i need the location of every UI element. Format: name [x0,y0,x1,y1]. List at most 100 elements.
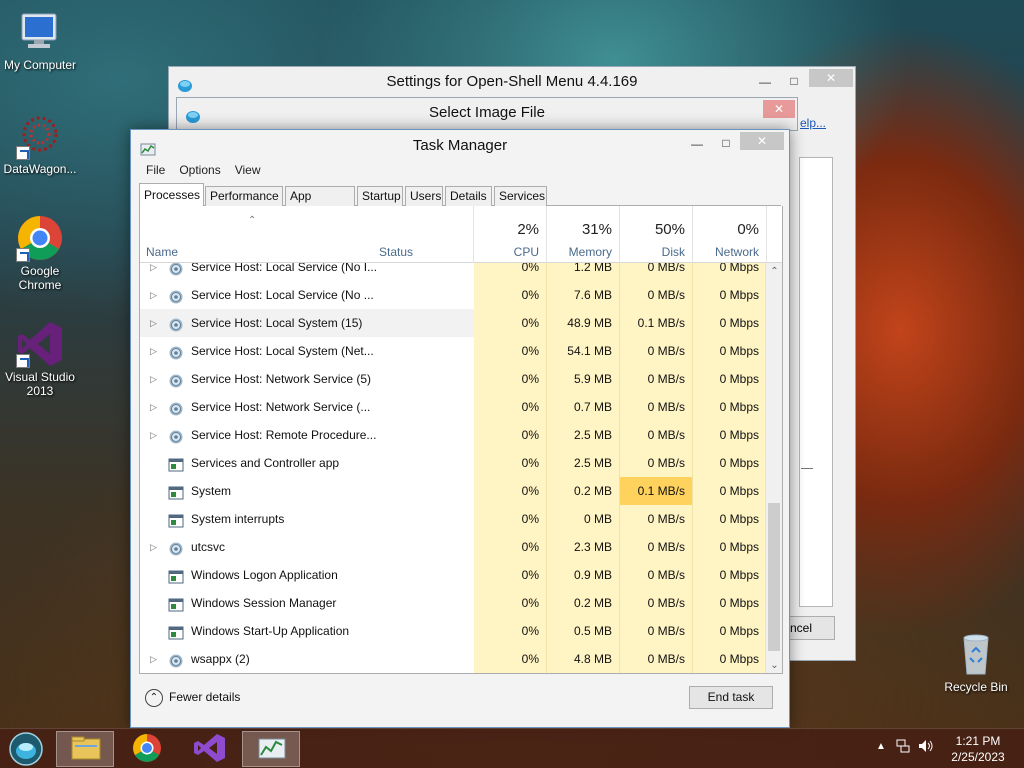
volume-icon[interactable] [918,739,934,753]
table-row[interactable]: ▷ Service Host: Local System (Net... 0% 54.… [140,337,767,365]
process-name-cell: ▷ wsappx (2) [140,645,474,673]
column-header-memory[interactable]: 31% Memory [547,206,620,263]
select-image-close-button[interactable]: ✕ [763,100,795,118]
disk-total-percent: 50% [654,221,685,238]
cpu-cell: 0% [474,449,547,477]
expand-arrow-icon[interactable]: ▷ [150,337,158,365]
process-name-cell: ▷ Service Host: Local System (Net... [140,337,474,365]
show-hidden-icons-button[interactable]: ▲ [876,741,886,752]
table-row[interactable]: Windows Session Manager 0% 0.2 MB 0 MB/s 0 M… [140,589,767,617]
process-name: Windows Logon Application [191,568,338,582]
taskbar-task-manager[interactable] [242,731,300,767]
desktop-icon-my-computer[interactable]: My Computer [0,8,80,72]
desktop-icon-visual-studio[interactable]: Visual Studio 2013 [0,320,80,398]
desktop-icon-chrome[interactable]: Google Chrome [0,214,80,292]
tab-processes[interactable]: Processes [139,183,204,207]
clock[interactable]: 1:21 PM 2/25/2023 [948,733,1008,765]
process-name: Service Host: Network Service (5) [191,372,372,386]
process-name-cell: Windows Session Manager [140,589,474,617]
desktop-icon-recycle-bin[interactable]: Recycle Bin [936,630,1016,694]
desktop-icon-datawagon[interactable]: DataWagon... [0,112,80,176]
network-cell: 0 Mbps [693,337,767,365]
table-row[interactable]: Windows Start-Up Application 0% 0.5 MB 0 MB… [140,617,767,645]
scrollbar-thumb[interactable] [768,503,780,651]
table-row[interactable]: System 0% 0.2 MB 0.1 MB/s 0 Mbps [140,477,767,505]
task-manager-window[interactable]: Task Manager — □ ✕ File Options View Pro… [130,129,790,728]
menu-options[interactable]: Options [172,161,227,181]
column-header-network[interactable]: 0% Network [693,206,767,263]
tab-details[interactable]: Details [445,186,492,206]
taskbar-file-explorer[interactable] [56,731,114,767]
tab-performance[interactable]: Performance [205,186,283,206]
vertical-scrollbar[interactable]: ⌃ ⌄ [765,263,782,673]
openshell-maximize-button[interactable]: □ [781,71,807,91]
taskbar-chrome[interactable] [118,731,176,767]
app-window-icon [168,623,184,640]
cpu-cell: 0% [474,561,547,589]
table-row[interactable]: ▷ utcsvc 0% 2.3 MB 0 MB/s 0 Mbps [140,533,767,561]
table-row[interactable]: Windows Logon Application 0% 0.9 MB 0 MB/s 0… [140,561,767,589]
disk-cell: 0 MB/s [620,589,693,617]
table-row[interactable]: ▷ Service Host: Local Service (No I... 0% 1… [140,263,767,281]
table-row[interactable]: ▷ Service Host: Network Service (5) 0% 5.9 … [140,365,767,393]
expand-arrow-icon[interactable]: ▷ [150,281,158,309]
maximize-button[interactable]: □ [713,133,739,153]
table-row[interactable]: Services and Controller app 0% 2.5 MB 0 MB/… [140,449,767,477]
tab-users[interactable]: Users [405,186,443,206]
network-icon[interactable] [896,739,910,753]
scroll-up-arrow-icon[interactable]: ⌃ [766,263,782,280]
openshell-help-link[interactable]: elp... [800,116,826,130]
task-manager-app-icon [140,138,156,156]
expand-arrow-icon[interactable]: ▷ [150,393,158,421]
tab-strip: Processes Performance App history Startu… [139,183,781,221]
openshell-minimize-button[interactable]: — [752,72,778,92]
table-row[interactable]: ▷ Service Host: Local System (15) 0% 48.9 M… [140,309,767,337]
tab-app-history[interactable]: App history [285,186,355,221]
expand-arrow-icon[interactable]: ▷ [150,645,158,673]
memory-cell: 2.5 MB [547,449,620,477]
select-image-title-bar[interactable]: Select Image File [177,98,797,128]
table-row[interactable]: ▷ Service Host: Local Service (No ... 0% 7.… [140,281,767,309]
table-row[interactable]: System interrupts 0% 0 MB 0 MB/s 0 Mbps [140,505,767,533]
network-total-percent: 0% [737,221,759,238]
start-button[interactable] [4,731,50,767]
openshell-close-button[interactable]: ✕ [809,69,853,87]
tab-startup[interactable]: Startup [357,186,403,206]
taskbar-visual-studio[interactable] [180,731,238,767]
select-image-title: Select Image File [429,104,545,121]
fewer-details-button[interactable]: ⌃ Fewer details [145,689,240,707]
table-row[interactable]: ▷ Service Host: Remote Procedure... 0% 2.5 … [140,421,767,449]
menu-file[interactable]: File [139,161,172,181]
openshell-separator [801,468,813,469]
end-task-button[interactable]: End task [689,686,773,709]
column-header-disk[interactable]: 50% Disk [620,206,693,263]
openshell-cancel-button[interactable]: ncel [785,616,835,640]
column-header-status[interactable]: Status [373,206,474,263]
datawagon-icon [16,112,64,160]
table-row[interactable]: ▷ Service Host: Network Service (... 0% 0.7… [140,393,767,421]
process-name: Services and Controller app [191,456,340,470]
disk-column-label: Disk [661,245,685,259]
column-header-name[interactable]: ⌃ Name [140,206,373,263]
chevron-up-icon: ⌃ [145,689,163,707]
select-image-window[interactable]: Select Image File ✕ [176,97,798,131]
minimize-button[interactable]: — [684,134,710,154]
disk-cell: 0.1 MB/s [620,309,693,337]
expand-arrow-icon[interactable]: ▷ [150,365,158,393]
menu-view[interactable]: View [228,161,268,181]
app-window-icon [168,483,184,500]
cpu-column-label: CPU [513,245,539,259]
disk-cell: 0 MB/s [620,421,693,449]
cpu-cell: 0% [474,421,547,449]
expand-arrow-icon[interactable]: ▷ [150,421,158,449]
expand-arrow-icon[interactable]: ▷ [150,263,158,281]
expand-arrow-icon[interactable]: ▷ [150,309,158,337]
disk-cell: 0 MB/s [620,617,693,645]
cpu-cell: 0% [474,617,547,645]
column-header-cpu[interactable]: 2% CPU [474,206,547,263]
table-row[interactable]: ▷ wsappx (2) 0% 4.8 MB 0 MB/s 0 Mbps [140,645,767,673]
expand-arrow-icon[interactable]: ▷ [150,533,158,561]
app-window-icon [168,567,184,584]
close-button[interactable]: ✕ [740,132,784,150]
tab-services[interactable]: Services [494,186,547,206]
